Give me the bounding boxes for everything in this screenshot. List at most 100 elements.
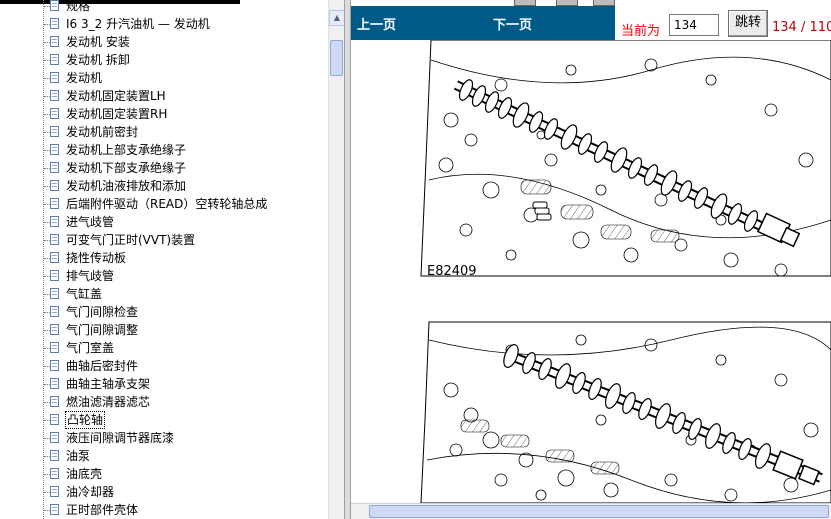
- page-number-input[interactable]: [669, 14, 719, 36]
- tree-item-label[interactable]: 油泵: [66, 448, 90, 464]
- tree-item[interactable]: 凸轮轴: [0, 411, 328, 429]
- figure-1-cylinder-head-drawing: E82409: [420, 40, 831, 279]
- viewer-horizontal-scrollbar[interactable]: [351, 503, 831, 519]
- tree-item-label[interactable]: 气门室盖: [66, 340, 114, 356]
- document-icon: [50, 432, 59, 443]
- tree-item[interactable]: 进气歧管: [0, 213, 328, 231]
- tree-item-label[interactable]: 发动机 拆卸: [66, 52, 130, 68]
- tree-item[interactable]: 气门间隙检查: [0, 303, 328, 321]
- next-page-link[interactable]: 下一页: [493, 14, 532, 33]
- tree-item[interactable]: 发动机固定装置LH: [0, 87, 328, 105]
- document-icon: [50, 90, 59, 101]
- document-icon: [50, 72, 59, 83]
- document-icon: [50, 414, 59, 425]
- tree-item[interactable]: 油冷却器: [0, 483, 328, 501]
- document-icon: [50, 144, 59, 155]
- pane-splitter[interactable]: [344, 0, 351, 519]
- tree-item-label[interactable]: 凸轮轴: [65, 411, 106, 429]
- tree-item[interactable]: 发动机下部支承绝缘子: [0, 159, 328, 177]
- document-icon: [50, 234, 59, 245]
- document-icon: [50, 360, 59, 371]
- tree-item[interactable]: 曲轴后密封件: [0, 357, 328, 375]
- tree-item[interactable]: 发动机油液排放和添加: [0, 177, 328, 195]
- loose-cam-cap: [532, 201, 552, 221]
- document-icon: [50, 396, 59, 407]
- tree-item-label[interactable]: 进气歧管: [66, 214, 114, 230]
- tree-item[interactable]: 发动机前密封: [0, 123, 328, 141]
- scroll-up-arrow-icon[interactable]: ▲: [329, 10, 345, 26]
- goto-button[interactable]: 跳转: [728, 10, 768, 37]
- tree-item-label[interactable]: 曲轴后密封件: [66, 358, 138, 374]
- tree-item[interactable]: 排气歧管: [0, 267, 328, 285]
- tree-item-label[interactable]: 可变气门正时(VVT)装置: [66, 232, 195, 248]
- tree-item-label[interactable]: 发动机 安装: [66, 34, 130, 50]
- tree-item-label[interactable]: 发动机前密封: [66, 124, 138, 140]
- document-icon: [50, 252, 59, 263]
- tree-item-label[interactable]: 曲轴主轴承支架: [66, 376, 150, 392]
- tree-item-label[interactable]: 规格: [66, 0, 90, 14]
- tree-item[interactable]: 挠性传动板: [0, 249, 328, 267]
- page-navigation-bar: 上一页 下一页: [351, 6, 615, 40]
- tree-item[interactable]: 气缸盖: [0, 285, 328, 303]
- tree-item[interactable]: 规格: [0, 0, 328, 15]
- tree-item-label[interactable]: 发动机: [66, 70, 102, 86]
- previous-page-link[interactable]: 上一页: [357, 14, 396, 33]
- cylinder-head-bolt-bosses-2: [443, 334, 819, 502]
- figure-1-code: E82409: [427, 264, 477, 279]
- tree-item-label[interactable]: 发动机固定装置LH: [66, 88, 166, 104]
- tree-item[interactable]: 油底壳: [0, 465, 328, 483]
- tree-item[interactable]: 气门室盖: [0, 339, 328, 357]
- document-icon: [50, 0, 59, 11]
- tree-item-label[interactable]: 油冷却器: [66, 484, 114, 500]
- tree-item[interactable]: 后端附件驱动（READ）空转轮轴总成: [0, 195, 328, 213]
- figure-2-cylinder-head-drawing: [420, 321, 831, 503]
- tree-item-label[interactable]: 挠性传动板: [66, 250, 126, 266]
- document-icon: [50, 468, 59, 479]
- technical-drawing-area: E82409: [351, 40, 831, 503]
- tree-scroll-thumb[interactable]: [330, 40, 343, 76]
- current-page-label: 当前为: [621, 24, 661, 39]
- tree-item[interactable]: 发动机固定装置RH: [0, 105, 328, 123]
- tree-item-label[interactable]: 发动机固定装置RH: [66, 106, 167, 122]
- document-icon: [50, 216, 59, 227]
- camshaft-1: [453, 79, 801, 248]
- document-icon: [50, 378, 59, 389]
- document-icon: [50, 180, 59, 191]
- tree-item[interactable]: 曲轴主轴承支架: [0, 375, 328, 393]
- page-viewer: 上一页 下一页 当前为 跳转 134 / 1107: [351, 0, 831, 519]
- tree-item[interactable]: 发动机 拆卸: [0, 51, 328, 69]
- tree-item-label[interactable]: 气门间隙调整: [66, 322, 138, 338]
- tree-item[interactable]: 正时部件壳体: [0, 501, 328, 519]
- tree-item[interactable]: 燃油滤清器滤芯: [0, 393, 328, 411]
- tree-item-label[interactable]: 后端附件驱动（READ）空转轮轴总成: [66, 196, 267, 212]
- tree-item-label[interactable]: 发动机油液排放和添加: [66, 178, 186, 194]
- tree-item-label[interactable]: 气缸盖: [66, 286, 102, 302]
- tree-item-label[interactable]: 液压间隙调节器底漆: [66, 430, 174, 446]
- camshaft-2: [503, 344, 823, 486]
- tree-item-label[interactable]: 发动机下部支承绝缘子: [66, 160, 186, 176]
- tree-item-label[interactable]: 排气歧管: [66, 268, 114, 284]
- tree-item-label[interactable]: 油底壳: [66, 466, 102, 482]
- document-icon: [50, 486, 59, 497]
- document-icon: [50, 108, 59, 119]
- tree-item[interactable]: 发动机 安装: [0, 33, 328, 51]
- document-icon: [50, 504, 59, 515]
- tree-item[interactable]: I6 3_2 升汽油机 — 发动机: [0, 15, 328, 33]
- tree-scrollbar[interactable]: ▲: [328, 0, 345, 519]
- tree-item-label[interactable]: I6 3_2 升汽油机 — 发动机: [66, 16, 210, 32]
- tree-item-label[interactable]: 燃油滤清器滤芯: [66, 394, 150, 410]
- tree-item[interactable]: 可变气门正时(VVT)装置: [0, 231, 328, 249]
- tree-item-label[interactable]: 发动机上部支承绝缘子: [66, 142, 186, 158]
- document-icon: [50, 162, 59, 173]
- tree-item[interactable]: 液压间隙调节器底漆: [0, 429, 328, 447]
- tree-item[interactable]: 发动机: [0, 69, 328, 87]
- tree-item[interactable]: 油泵: [0, 447, 328, 465]
- tree-item[interactable]: 气门间隙调整: [0, 321, 328, 339]
- horizontal-scroll-thumb[interactable]: [369, 505, 829, 518]
- document-icon: [50, 270, 59, 281]
- tree-item-label[interactable]: 气门间隙检查: [66, 304, 138, 320]
- tree-item-label[interactable]: 正时部件壳体: [66, 502, 138, 518]
- tree-item[interactable]: 发动机上部支承绝缘子: [0, 141, 328, 159]
- document-icon: [50, 324, 59, 335]
- document-icon: [50, 198, 59, 209]
